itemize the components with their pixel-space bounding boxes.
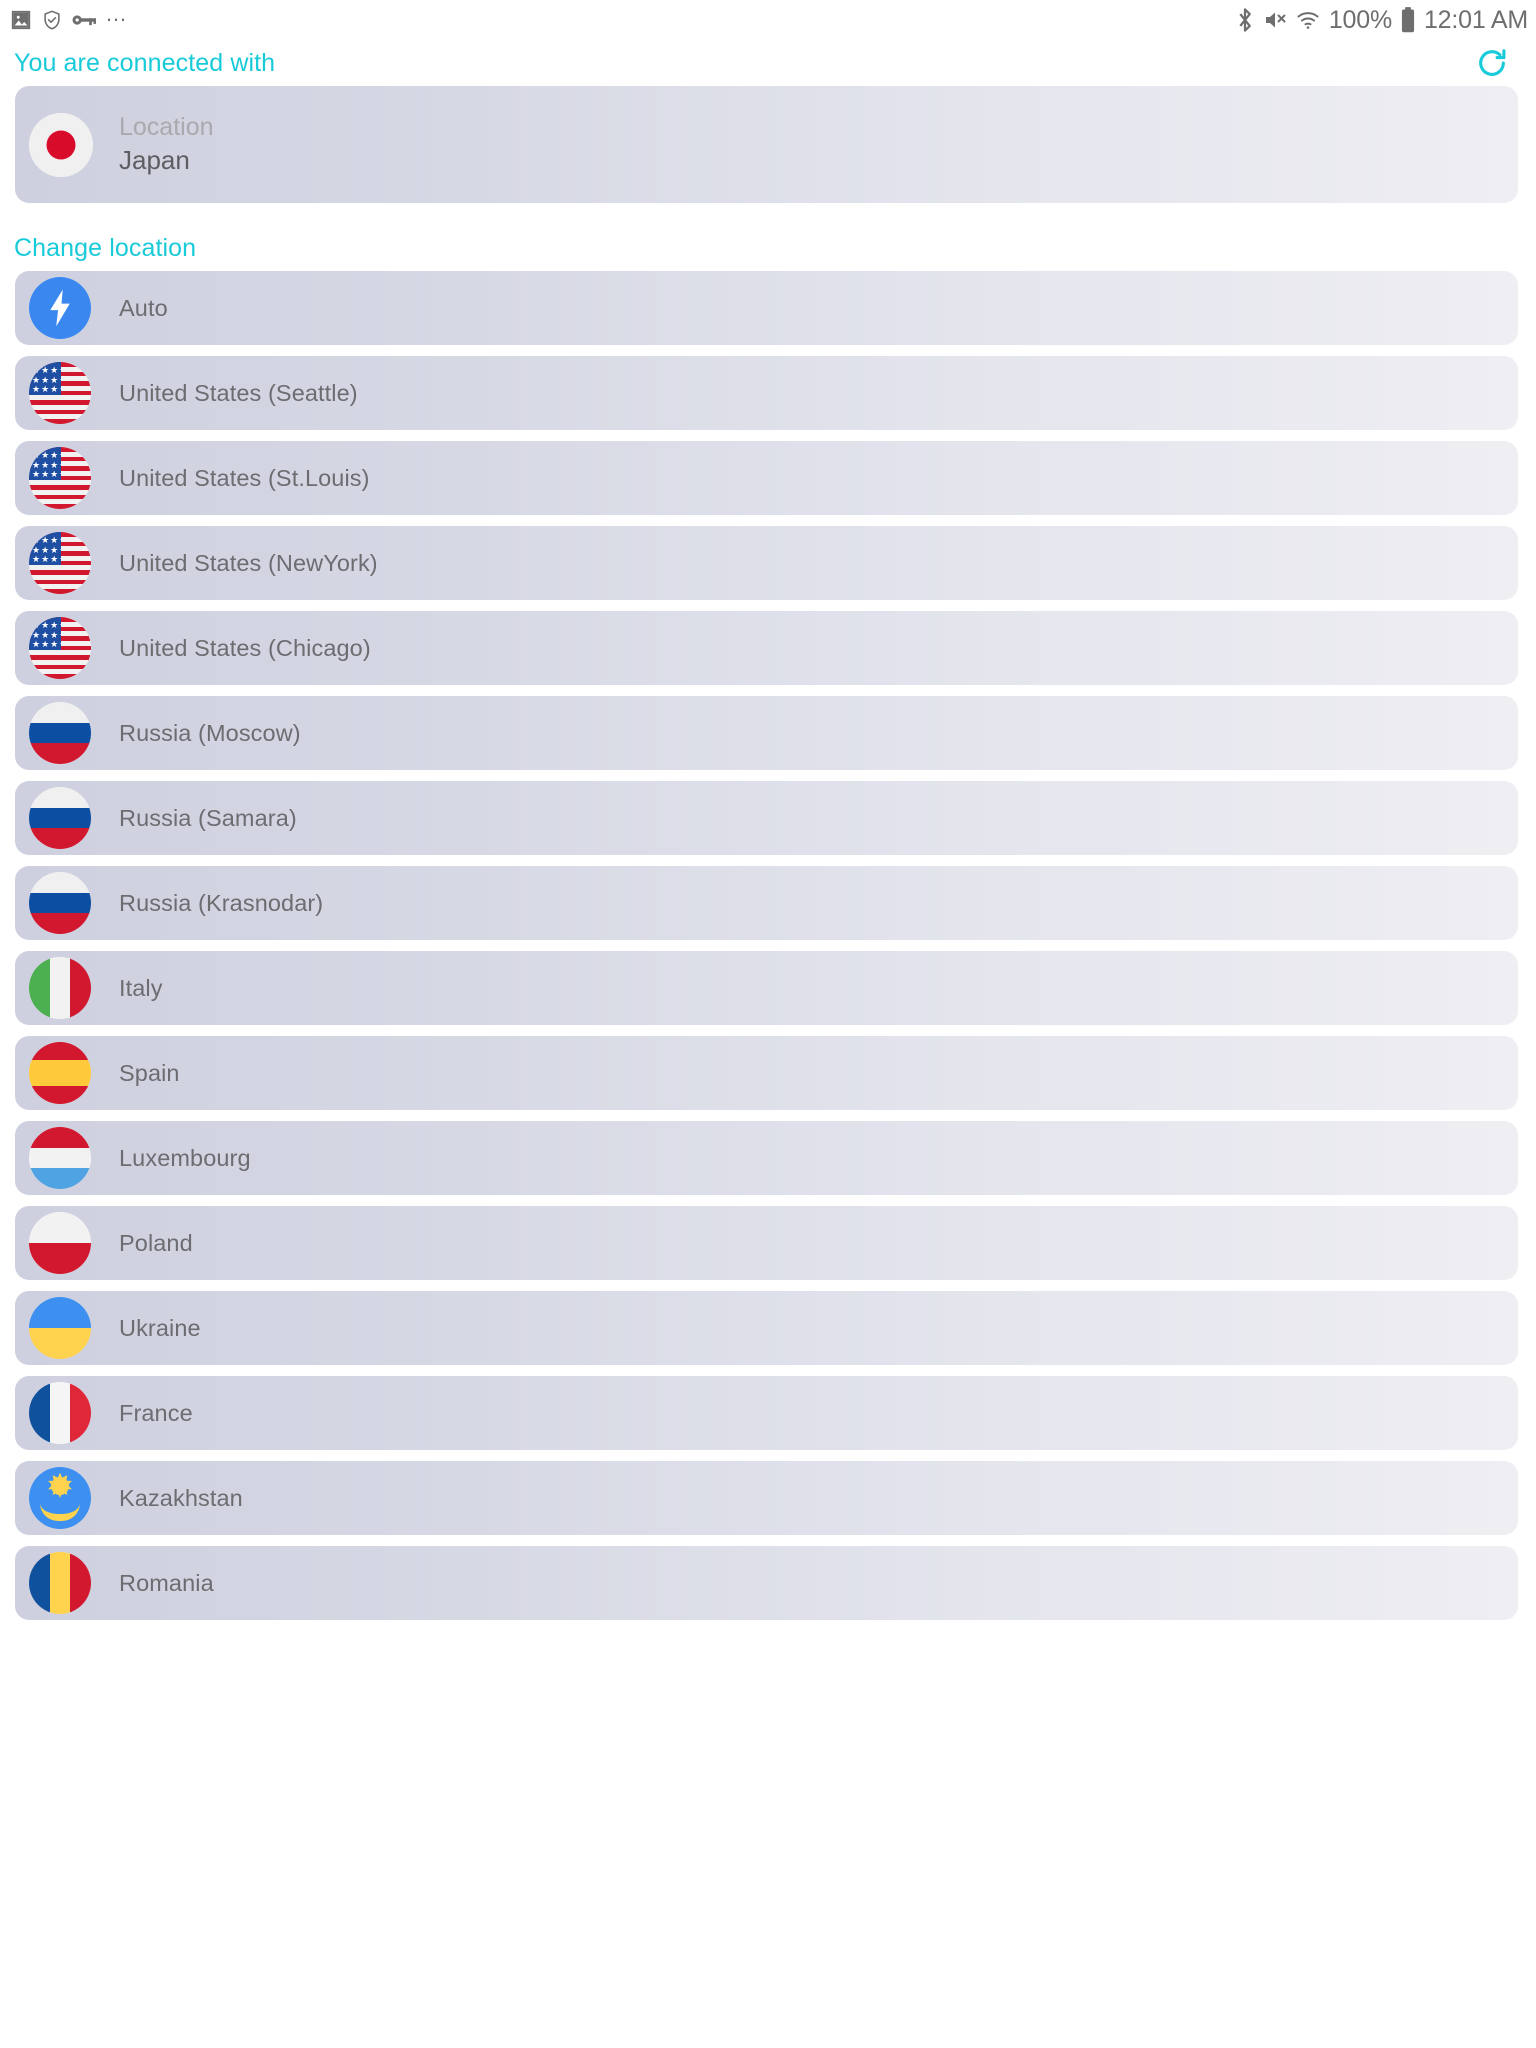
location-row-label: Ukraine: [119, 1314, 201, 1341]
flag-us-icon: ★★★★★★★★★★★★★★★★: [29, 532, 91, 594]
flag-it-icon: [29, 957, 91, 1019]
flag-ro-icon: [29, 1552, 91, 1614]
mute-icon: [1263, 8, 1287, 32]
location-row[interactable]: Russia (Moscow): [15, 696, 1518, 770]
flag-us-icon: ★★★★★★★★★★★★★★★★: [29, 362, 91, 424]
location-row[interactable]: Auto: [15, 271, 1518, 345]
location-row[interactable]: Luxembourg: [15, 1121, 1518, 1195]
connected-location-label: Location: [119, 113, 214, 141]
location-row-label: Russia (Samara): [119, 804, 297, 831]
location-row-label: Spain: [119, 1059, 180, 1086]
change-location-header-row: Change location: [0, 225, 1536, 271]
battery-percent: 100%: [1328, 5, 1392, 34]
location-row-label: Auto: [119, 294, 168, 321]
location-row-label: Romania: [119, 1569, 214, 1596]
status-bar-left: …: [10, 1, 128, 31]
more-dots-icon: …: [105, 1, 128, 26]
flag-ru-icon: [29, 787, 91, 849]
location-row-label: Russia (Moscow): [119, 719, 301, 746]
location-row-label: Kazakhstan: [119, 1484, 243, 1511]
location-row[interactable]: ★★★★★★★★★★★★★★★★ United States (NewYork): [15, 526, 1518, 600]
location-row[interactable]: Romania: [15, 1546, 1518, 1620]
flag-auto-icon: [29, 277, 91, 339]
bluetooth-icon: [1236, 7, 1254, 33]
location-row[interactable]: Kazakhstan: [15, 1461, 1518, 1535]
key-icon: [72, 11, 96, 29]
location-row[interactable]: Russia (Krasnodar): [15, 866, 1518, 940]
flag-jp-icon: [29, 112, 93, 177]
location-row[interactable]: Poland: [15, 1206, 1518, 1280]
flag-ru-icon: [29, 702, 91, 764]
flag-us-icon: ★★★★★★★★★★★★★★★★: [29, 447, 91, 509]
location-row[interactable]: ★★★★★★★★★★★★★★★★ United States (Chicago): [15, 611, 1518, 685]
flag-pl-icon: [29, 1212, 91, 1274]
change-location-title: Change location: [14, 233, 197, 262]
connected-location-card[interactable]: Location Japan: [15, 86, 1518, 203]
clock: 12:01 AM: [1423, 5, 1528, 34]
location-row-label: Luxembourg: [119, 1144, 251, 1171]
status-bar-right: 100% 12:01 AM: [1236, 6, 1528, 35]
connected-location-value: Japan: [119, 145, 190, 175]
flag-ru-icon: [29, 872, 91, 934]
flag-us-icon: ★★★★★★★★★★★★★★★★: [29, 617, 91, 679]
location-row[interactable]: Spain: [15, 1036, 1518, 1110]
connected-header-row: You are connected with: [0, 40, 1536, 86]
location-row-label: Russia (Krasnodar): [119, 889, 324, 916]
location-row[interactable]: Russia (Samara): [15, 781, 1518, 855]
refresh-icon[interactable]: [1470, 41, 1514, 85]
location-row-label: United States (Chicago): [119, 634, 371, 661]
status-bar: … 100% 12:01 AM: [0, 0, 1536, 40]
location-row[interactable]: Ukraine: [15, 1291, 1518, 1365]
flag-ua-icon: [29, 1297, 91, 1359]
shield-check-icon: [41, 9, 63, 31]
location-row-label: Poland: [119, 1229, 193, 1256]
wifi-icon: [1296, 8, 1320, 32]
location-row-label: United States (St.Louis): [119, 464, 370, 491]
flag-fr-icon: [29, 1382, 91, 1444]
location-row[interactable]: ★★★★★★★★★★★★★★★★ United States (Seattle): [15, 356, 1518, 430]
location-row[interactable]: Italy: [15, 951, 1518, 1025]
location-row-label: Italy: [119, 974, 163, 1001]
battery-icon: [1401, 7, 1415, 33]
connected-location-text: Location Japan: [119, 113, 214, 176]
location-row-label: United States (Seattle): [119, 379, 358, 406]
location-row[interactable]: France: [15, 1376, 1518, 1450]
connected-title: You are connected with: [14, 48, 276, 77]
flag-es-icon: [29, 1042, 91, 1104]
flag-lu-icon: [29, 1127, 91, 1189]
location-row[interactable]: ★★★★★★★★★★★★★★★★ United States (St.Louis): [15, 441, 1518, 515]
flag-kz-icon: [29, 1467, 91, 1529]
image-icon: [10, 9, 32, 31]
location-list: Auto ★★★★★★★★★★★★★★★★ United States (Seatt…: [0, 271, 1536, 1620]
location-row-label: France: [119, 1399, 193, 1426]
location-row-label: United States (NewYork): [119, 549, 378, 576]
